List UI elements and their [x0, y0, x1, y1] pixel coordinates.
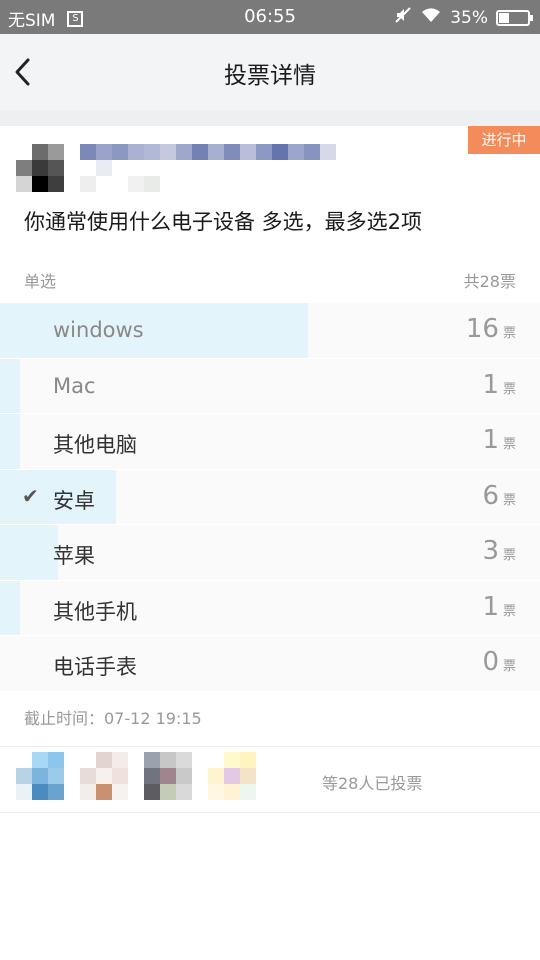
poll-options: windows 16 票 Mac 1票 其他电脑 1票 ✔ 安卓 6票 苹果 3票…	[0, 303, 540, 692]
deadline-text: 截止时间：07-12 19:15	[24, 709, 202, 728]
poll-option[interactable]: 其他电脑 1票	[0, 414, 540, 470]
wifi-icon	[420, 6, 442, 29]
poll-meta: 单选 共28票	[24, 268, 516, 291]
poll-option[interactable]: 苹果 3票	[0, 525, 540, 581]
divider	[0, 812, 540, 813]
option-vote-count: 1票	[482, 591, 516, 622]
status-badge: 进行中	[468, 126, 540, 154]
voter-avatars[interactable]	[16, 752, 316, 800]
option-label: windows	[53, 318, 144, 342]
page-title: 投票详情	[224, 63, 316, 89]
option-vote-count: 0票	[482, 647, 516, 677]
option-label: 苹果	[53, 544, 95, 568]
option-vote-count: 3票	[482, 536, 516, 566]
voters-count-text: 等28人已投票	[322, 774, 423, 793]
section-separator	[0, 110, 540, 126]
vote-share-bar	[0, 525, 58, 580]
option-label: 其他电脑	[53, 433, 137, 457]
option-label: 电话手表	[53, 655, 137, 679]
voter-avatar[interactable]	[208, 752, 256, 800]
author-meta-pixelated	[80, 160, 180, 192]
poll-question: 你通常使用什么电子设备 多选，最多选2项	[24, 210, 423, 234]
option-vote-count: 16 票	[465, 314, 516, 344]
author-name-pixelated	[80, 144, 340, 160]
poll-option[interactable]: 电话手表 0票	[0, 636, 540, 692]
vote-share-bar	[0, 303, 309, 358]
total-votes: 共28票	[463, 272, 516, 291]
poll-mode-label: 单选	[24, 272, 57, 291]
option-label: 安卓	[53, 488, 95, 513]
voter-avatar[interactable]	[80, 752, 128, 800]
divider	[0, 746, 540, 747]
poll-option[interactable]: windows 16 票	[0, 303, 540, 359]
battery-percent: 35%	[450, 7, 488, 28]
poll-option[interactable]: ✔ 安卓 6票	[0, 469, 540, 525]
battery-icon	[496, 9, 533, 26]
vote-share-bar	[0, 358, 20, 413]
option-vote-count: 1票	[482, 369, 516, 400]
option-vote-count: 6票	[482, 480, 516, 511]
author-avatar[interactable]	[16, 144, 64, 192]
poll-option[interactable]: 其他手机 1票	[0, 580, 540, 636]
status-bar: 无SIM S 06:55 35%	[0, 0, 540, 34]
option-label: Mac	[53, 373, 96, 398]
poll-option[interactable]: Mac 1票	[0, 358, 540, 414]
nav-bar: 投票详情	[0, 34, 540, 110]
option-vote-count: 1票	[482, 425, 516, 455]
mute-icon	[394, 6, 412, 29]
vote-share-bar	[0, 414, 20, 469]
option-label: 其他手机	[53, 599, 137, 624]
vote-share-bar	[0, 580, 20, 635]
voter-avatar[interactable]	[16, 752, 64, 800]
checkmark-icon: ✔	[22, 483, 39, 508]
voter-avatar[interactable]	[144, 752, 192, 800]
